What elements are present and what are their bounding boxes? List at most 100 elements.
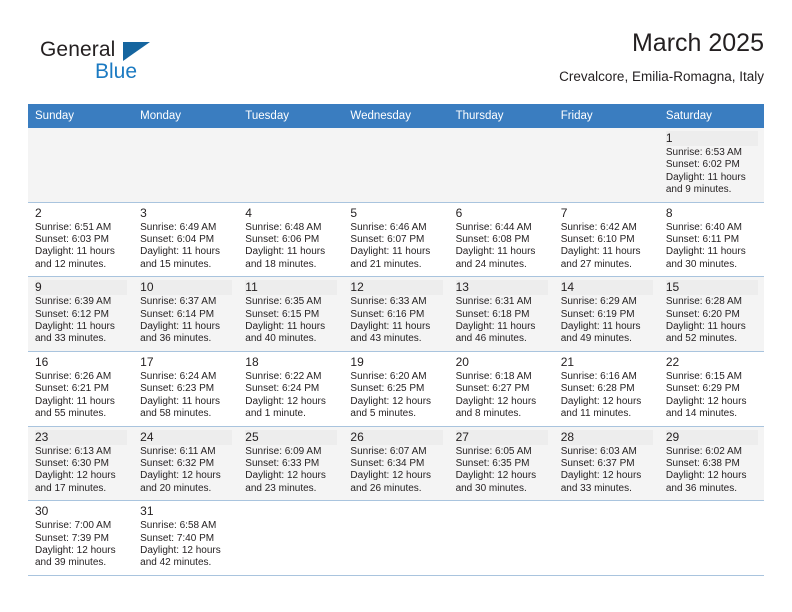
calendar-day-cell[interactable]: 28 Sunrise: 6:03 AM Sunset: 6:37 PM Dayli…: [553, 426, 659, 502]
logo-wordmark-blue: Blue: [95, 60, 138, 83]
day-number: 1: [665, 131, 758, 146]
sun-times-detail: Sunrise: 6:22 AM Sunset: 6:24 PM Dayligh…: [245, 370, 326, 420]
calendar-week-row: 2 Sunrise: 6:51 AM Sunset: 6:03 PM Daylig…: [28, 202, 764, 278]
sun-times-detail: Sunrise: 6:05 AM Sunset: 6:35 PM Dayligh…: [455, 445, 537, 494]
sun-times-detail: Sunrise: 6:09 AM Sunset: 6:33 PM Dayligh…: [245, 445, 326, 494]
weekday-header-thursday: Thursday: [448, 104, 554, 128]
calendar-empty-cell: [343, 500, 449, 576]
day-cell-content: 15 Sunrise: 6:28 AM Sunset: 6:20 PM Dayli…: [659, 277, 764, 351]
day-cell-content: 5 Sunrise: 6:46 AM Sunset: 6:07 PM Daylig…: [343, 203, 448, 277]
calendar-week-row: 9 Sunrise: 6:39 AM Sunset: 6:12 PM Daylig…: [28, 276, 764, 352]
day-number: 31: [140, 504, 154, 519]
sun-times-detail: Sunrise: 6:07 AM Sunset: 6:34 PM Dayligh…: [350, 445, 432, 494]
brand-logo[interactable]: General Blue: [40, 38, 220, 94]
sun-times-detail: Sunrise: 6:46 AM Sunset: 6:07 PM Dayligh…: [350, 221, 431, 270]
calendar-day-cell[interactable]: 1 Sunrise: 6:53 AM Sunset: 6:02 PM Daylig…: [658, 128, 764, 203]
calendar-empty-cell: [448, 500, 554, 576]
day-number: 2: [35, 205, 42, 220]
weekday-header-monday: Monday: [133, 104, 239, 128]
day-cell-content: 31 Sunrise: 6:58 AM Sunset: 7:40 PM Dayli…: [133, 501, 238, 575]
sun-times-detail: Sunrise: 6:49 AM Sunset: 6:04 PM Dayligh…: [140, 221, 220, 270]
day-cell-content: 3 Sunrise: 6:49 AM Sunset: 6:04 PM Daylig…: [133, 203, 238, 277]
calendar-empty-cell: [133, 128, 239, 203]
day-cell-content: 6 Sunrise: 6:44 AM Sunset: 6:08 PM Daylig…: [449, 203, 554, 277]
calendar-day-cell[interactable]: 12 Sunrise: 6:33 AM Sunset: 6:16 PM Dayli…: [343, 276, 449, 352]
blue-triangle-icon: [123, 42, 150, 61]
sun-times-detail: Sunrise: 6:18 AM Sunset: 6:27 PM Dayligh…: [455, 370, 537, 420]
day-cell-content: 2 Sunrise: 6:51 AM Sunset: 6:03 PM Daylig…: [28, 203, 133, 277]
calendar-day-cell[interactable]: 24 Sunrise: 6:11 AM Sunset: 6:32 PM Dayli…: [133, 426, 239, 502]
day-number: 5: [350, 205, 358, 220]
sun-times-detail: Sunrise: 6:02 AM Sunset: 6:38 PM Dayligh…: [665, 445, 747, 494]
day-cell-content: 20 Sunrise: 6:18 AM Sunset: 6:27 PM Dayli…: [449, 352, 554, 426]
calendar-day-cell[interactable]: 15 Sunrise: 6:28 AM Sunset: 6:20 PM Dayli…: [658, 276, 764, 352]
day-cell-content: 18 Sunrise: 6:22 AM Sunset: 6:24 PM Dayli…: [238, 352, 343, 426]
day-number: 28: [560, 429, 653, 445]
calendar-day-cell[interactable]: 22 Sunrise: 6:15 AM Sunset: 6:29 PM Dayli…: [658, 351, 764, 427]
sun-times-detail: Sunrise: 6:48 AM Sunset: 6:06 PM Dayligh…: [245, 221, 326, 270]
sun-times-detail: Sunrise: 6:13 AM Sunset: 6:30 PM Dayligh…: [35, 445, 116, 494]
calendar-page: General Blue March 2025 Crevalcore, Emil…: [0, 0, 792, 612]
day-cell-content: 8 Sunrise: 6:40 AM Sunset: 6:11 PM Daylig…: [659, 203, 764, 277]
calendar-empty-cell: [553, 128, 659, 203]
day-number: 20: [455, 354, 469, 369]
calendar-day-cell[interactable]: 9 Sunrise: 6:39 AM Sunset: 6:12 PM Daylig…: [28, 276, 134, 352]
calendar-day-cell[interactable]: 16 Sunrise: 6:26 AM Sunset: 6:21 PM Dayli…: [28, 351, 134, 427]
day-cell-content: 29 Sunrise: 6:02 AM Sunset: 6:38 PM Dayli…: [659, 427, 764, 501]
day-number: 21: [560, 354, 575, 369]
calendar-day-cell[interactable]: 10 Sunrise: 6:37 AM Sunset: 6:14 PM Dayli…: [133, 276, 239, 352]
day-number: 16: [35, 354, 49, 369]
sun-times-detail: Sunrise: 6:26 AM Sunset: 6:21 PM Dayligh…: [35, 370, 115, 420]
calendar-day-cell[interactable]: 19 Sunrise: 6:20 AM Sunset: 6:25 PM Dayli…: [343, 351, 449, 427]
calendar-day-cell[interactable]: 27 Sunrise: 6:05 AM Sunset: 6:35 PM Dayli…: [448, 426, 554, 502]
calendar-day-cell[interactable]: 3 Sunrise: 6:49 AM Sunset: 6:04 PM Daylig…: [133, 202, 239, 278]
day-cell-content: 14 Sunrise: 6:29 AM Sunset: 6:19 PM Dayli…: [554, 277, 659, 351]
calendar-day-cell[interactable]: 17 Sunrise: 6:24 AM Sunset: 6:23 PM Dayli…: [133, 351, 239, 427]
calendar-day-cell[interactable]: 7 Sunrise: 6:42 AM Sunset: 6:10 PM Daylig…: [553, 202, 659, 278]
sun-times-detail: Sunrise: 6:51 AM Sunset: 6:03 PM Dayligh…: [35, 221, 115, 270]
day-number: 10: [140, 280, 233, 296]
calendar-day-cell[interactable]: 4 Sunrise: 6:48 AM Sunset: 6:06 PM Daylig…: [238, 202, 344, 278]
calendar-day-cell[interactable]: 25 Sunrise: 6:09 AM Sunset: 6:33 PM Dayli…: [238, 426, 344, 502]
calendar-day-cell[interactable]: 14 Sunrise: 6:29 AM Sunset: 6:19 PM Dayli…: [553, 276, 659, 352]
calendar-empty-cell: [238, 128, 344, 203]
day-number: 23: [35, 429, 128, 445]
calendar-day-cell[interactable]: 21 Sunrise: 6:16 AM Sunset: 6:28 PM Dayli…: [553, 351, 659, 427]
calendar-day-cell[interactable]: 11 Sunrise: 6:35 AM Sunset: 6:15 PM Dayli…: [238, 276, 344, 352]
sun-times-detail: Sunrise: 6:20 AM Sunset: 6:25 PM Dayligh…: [350, 370, 432, 420]
calendar-day-cell[interactable]: 18 Sunrise: 6:22 AM Sunset: 6:24 PM Dayli…: [238, 351, 344, 427]
calendar-day-cell[interactable]: 6 Sunrise: 6:44 AM Sunset: 6:08 PM Daylig…: [448, 202, 554, 278]
calendar-day-cell[interactable]: 29 Sunrise: 6:02 AM Sunset: 6:38 PM Dayli…: [658, 426, 764, 502]
calendar-week-row: 30 Sunrise: 7:00 AM Sunset: 7:39 PM Dayli…: [28, 500, 764, 576]
sun-times-detail: Sunrise: 6:44 AM Sunset: 6:08 PM Dayligh…: [455, 221, 536, 270]
day-number: 7: [560, 205, 568, 220]
day-cell-content: 19 Sunrise: 6:20 AM Sunset: 6:25 PM Dayli…: [343, 352, 448, 426]
title-block: March 2025 Crevalcore, Emilia-Romagna, I…: [559, 28, 764, 87]
sun-times-detail: Sunrise: 6:35 AM Sunset: 6:15 PM Dayligh…: [245, 296, 326, 345]
day-cell-content: 22 Sunrise: 6:15 AM Sunset: 6:29 PM Dayli…: [659, 352, 764, 426]
calendar-day-cell[interactable]: 30 Sunrise: 7:00 AM Sunset: 7:39 PM Dayli…: [28, 500, 134, 576]
calendar-empty-cell: [658, 500, 764, 576]
sun-times-detail: Sunrise: 6:03 AM Sunset: 6:37 PM Dayligh…: [560, 445, 642, 494]
sun-times-detail: Sunrise: 6:28 AM Sunset: 6:20 PM Dayligh…: [665, 296, 746, 345]
calendar-day-cell[interactable]: 23 Sunrise: 6:13 AM Sunset: 6:30 PM Dayli…: [28, 426, 134, 502]
calendar-day-cell[interactable]: 20 Sunrise: 6:18 AM Sunset: 6:27 PM Dayli…: [448, 351, 554, 427]
day-number: 12: [350, 280, 443, 296]
sun-times-detail: Sunrise: 6:24 AM Sunset: 6:23 PM Dayligh…: [140, 370, 220, 420]
page-header: General Blue March 2025 Crevalcore, Emil…: [28, 28, 764, 98]
calendar-day-cell[interactable]: 2 Sunrise: 6:51 AM Sunset: 6:03 PM Daylig…: [28, 202, 134, 278]
sun-times-detail: Sunrise: 7:00 AM Sunset: 7:39 PM Dayligh…: [35, 520, 116, 569]
day-cell-content: 30 Sunrise: 7:00 AM Sunset: 7:39 PM Dayli…: [28, 501, 133, 575]
calendar-day-cell[interactable]: 13 Sunrise: 6:31 AM Sunset: 6:18 PM Dayli…: [448, 276, 554, 352]
calendar-week-row: 16 Sunrise: 6:26 AM Sunset: 6:21 PM Dayli…: [28, 351, 764, 427]
calendar-day-cell[interactable]: 8 Sunrise: 6:40 AM Sunset: 6:11 PM Daylig…: [658, 202, 764, 278]
calendar-day-cell[interactable]: 26 Sunrise: 6:07 AM Sunset: 6:34 PM Dayli…: [343, 426, 449, 502]
day-number: 27: [455, 429, 548, 445]
calendar-day-cell[interactable]: 5 Sunrise: 6:46 AM Sunset: 6:07 PM Daylig…: [343, 202, 449, 278]
calendar-day-cell[interactable]: 31 Sunrise: 6:58 AM Sunset: 7:40 PM Dayli…: [133, 500, 239, 576]
day-cell-content: 21 Sunrise: 6:16 AM Sunset: 6:28 PM Dayli…: [554, 352, 659, 426]
day-cell-content: 17 Sunrise: 6:24 AM Sunset: 6:23 PM Dayli…: [133, 352, 238, 426]
day-cell-content: 7 Sunrise: 6:42 AM Sunset: 6:10 PM Daylig…: [554, 203, 659, 277]
sun-times-detail: Sunrise: 6:11 AM Sunset: 6:32 PM Dayligh…: [140, 445, 221, 494]
day-number: 11: [245, 280, 338, 296]
